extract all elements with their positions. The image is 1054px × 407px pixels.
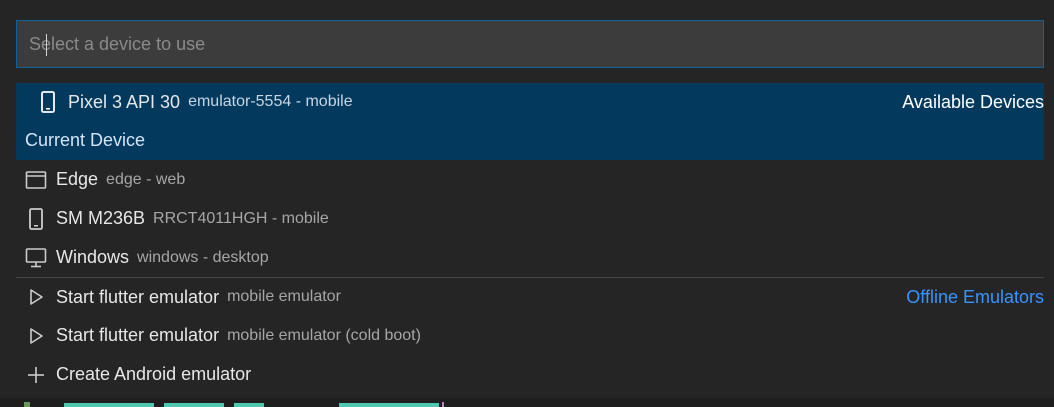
device-description: RRCT4011HGH - mobile xyxy=(153,209,329,227)
emulator-description: mobile emulator (cold boot) xyxy=(227,326,421,344)
emulator-item-start[interactable]: Start flutter emulator mobile emulator O… xyxy=(16,277,1044,316)
play-icon xyxy=(24,324,48,348)
plus-icon xyxy=(24,363,48,387)
current-device-label: Current Device xyxy=(25,130,146,150)
device-description: edge - web xyxy=(106,170,186,188)
device-search-box[interactable] xyxy=(16,20,1044,68)
browser-window-icon xyxy=(24,168,48,192)
underlying-editor-text-fragment xyxy=(24,402,444,407)
device-search-input[interactable] xyxy=(17,21,1043,67)
device-description: emulator-5554 - mobile xyxy=(188,93,353,110)
device-label: Pixel 3 API 30 xyxy=(68,91,181,112)
device-quick-pick: Pixel 3 API 30 emulator-5554 - mobile Av… xyxy=(0,0,1054,407)
device-label: SM M236B xyxy=(56,208,146,228)
device-label: Edge xyxy=(56,169,99,189)
device-item-sm-m236b[interactable]: SM M236B RRCT4011HGH - mobile xyxy=(16,199,1044,238)
emulator-label: Create Android emulator xyxy=(56,364,252,384)
emulator-item-start-cold-boot[interactable]: Start flutter emulator mobile emulator (… xyxy=(16,316,1044,355)
text-caret xyxy=(46,34,47,56)
emulator-label: Start flutter emulator xyxy=(56,325,220,345)
emulator-description: mobile emulator xyxy=(227,288,341,305)
device-description: windows - desktop xyxy=(137,248,269,266)
play-icon xyxy=(24,285,48,309)
group-label-available-devices: Available Devices xyxy=(902,91,1044,112)
device-item-edge[interactable]: Edge edge - web xyxy=(16,160,1044,199)
device-item-pixel-3[interactable]: Pixel 3 API 30 emulator-5554 - mobile Av… xyxy=(16,83,1044,121)
group-label-offline-emulators: Offline Emulators xyxy=(906,286,1044,307)
mobile-phone-icon xyxy=(36,90,60,114)
device-item-windows[interactable]: Windows windows - desktop xyxy=(16,238,1044,277)
device-item-pixel-3-detail[interactable]: Current Device xyxy=(16,121,1044,160)
device-label: Windows xyxy=(56,247,130,267)
mobile-phone-icon xyxy=(24,207,48,231)
emulator-label: Start flutter emulator xyxy=(56,286,220,307)
device-list: Pixel 3 API 30 emulator-5554 - mobile Av… xyxy=(16,83,1044,394)
desktop-monitor-icon xyxy=(24,246,48,270)
emulator-item-create-android[interactable]: Create Android emulator xyxy=(16,355,1044,394)
